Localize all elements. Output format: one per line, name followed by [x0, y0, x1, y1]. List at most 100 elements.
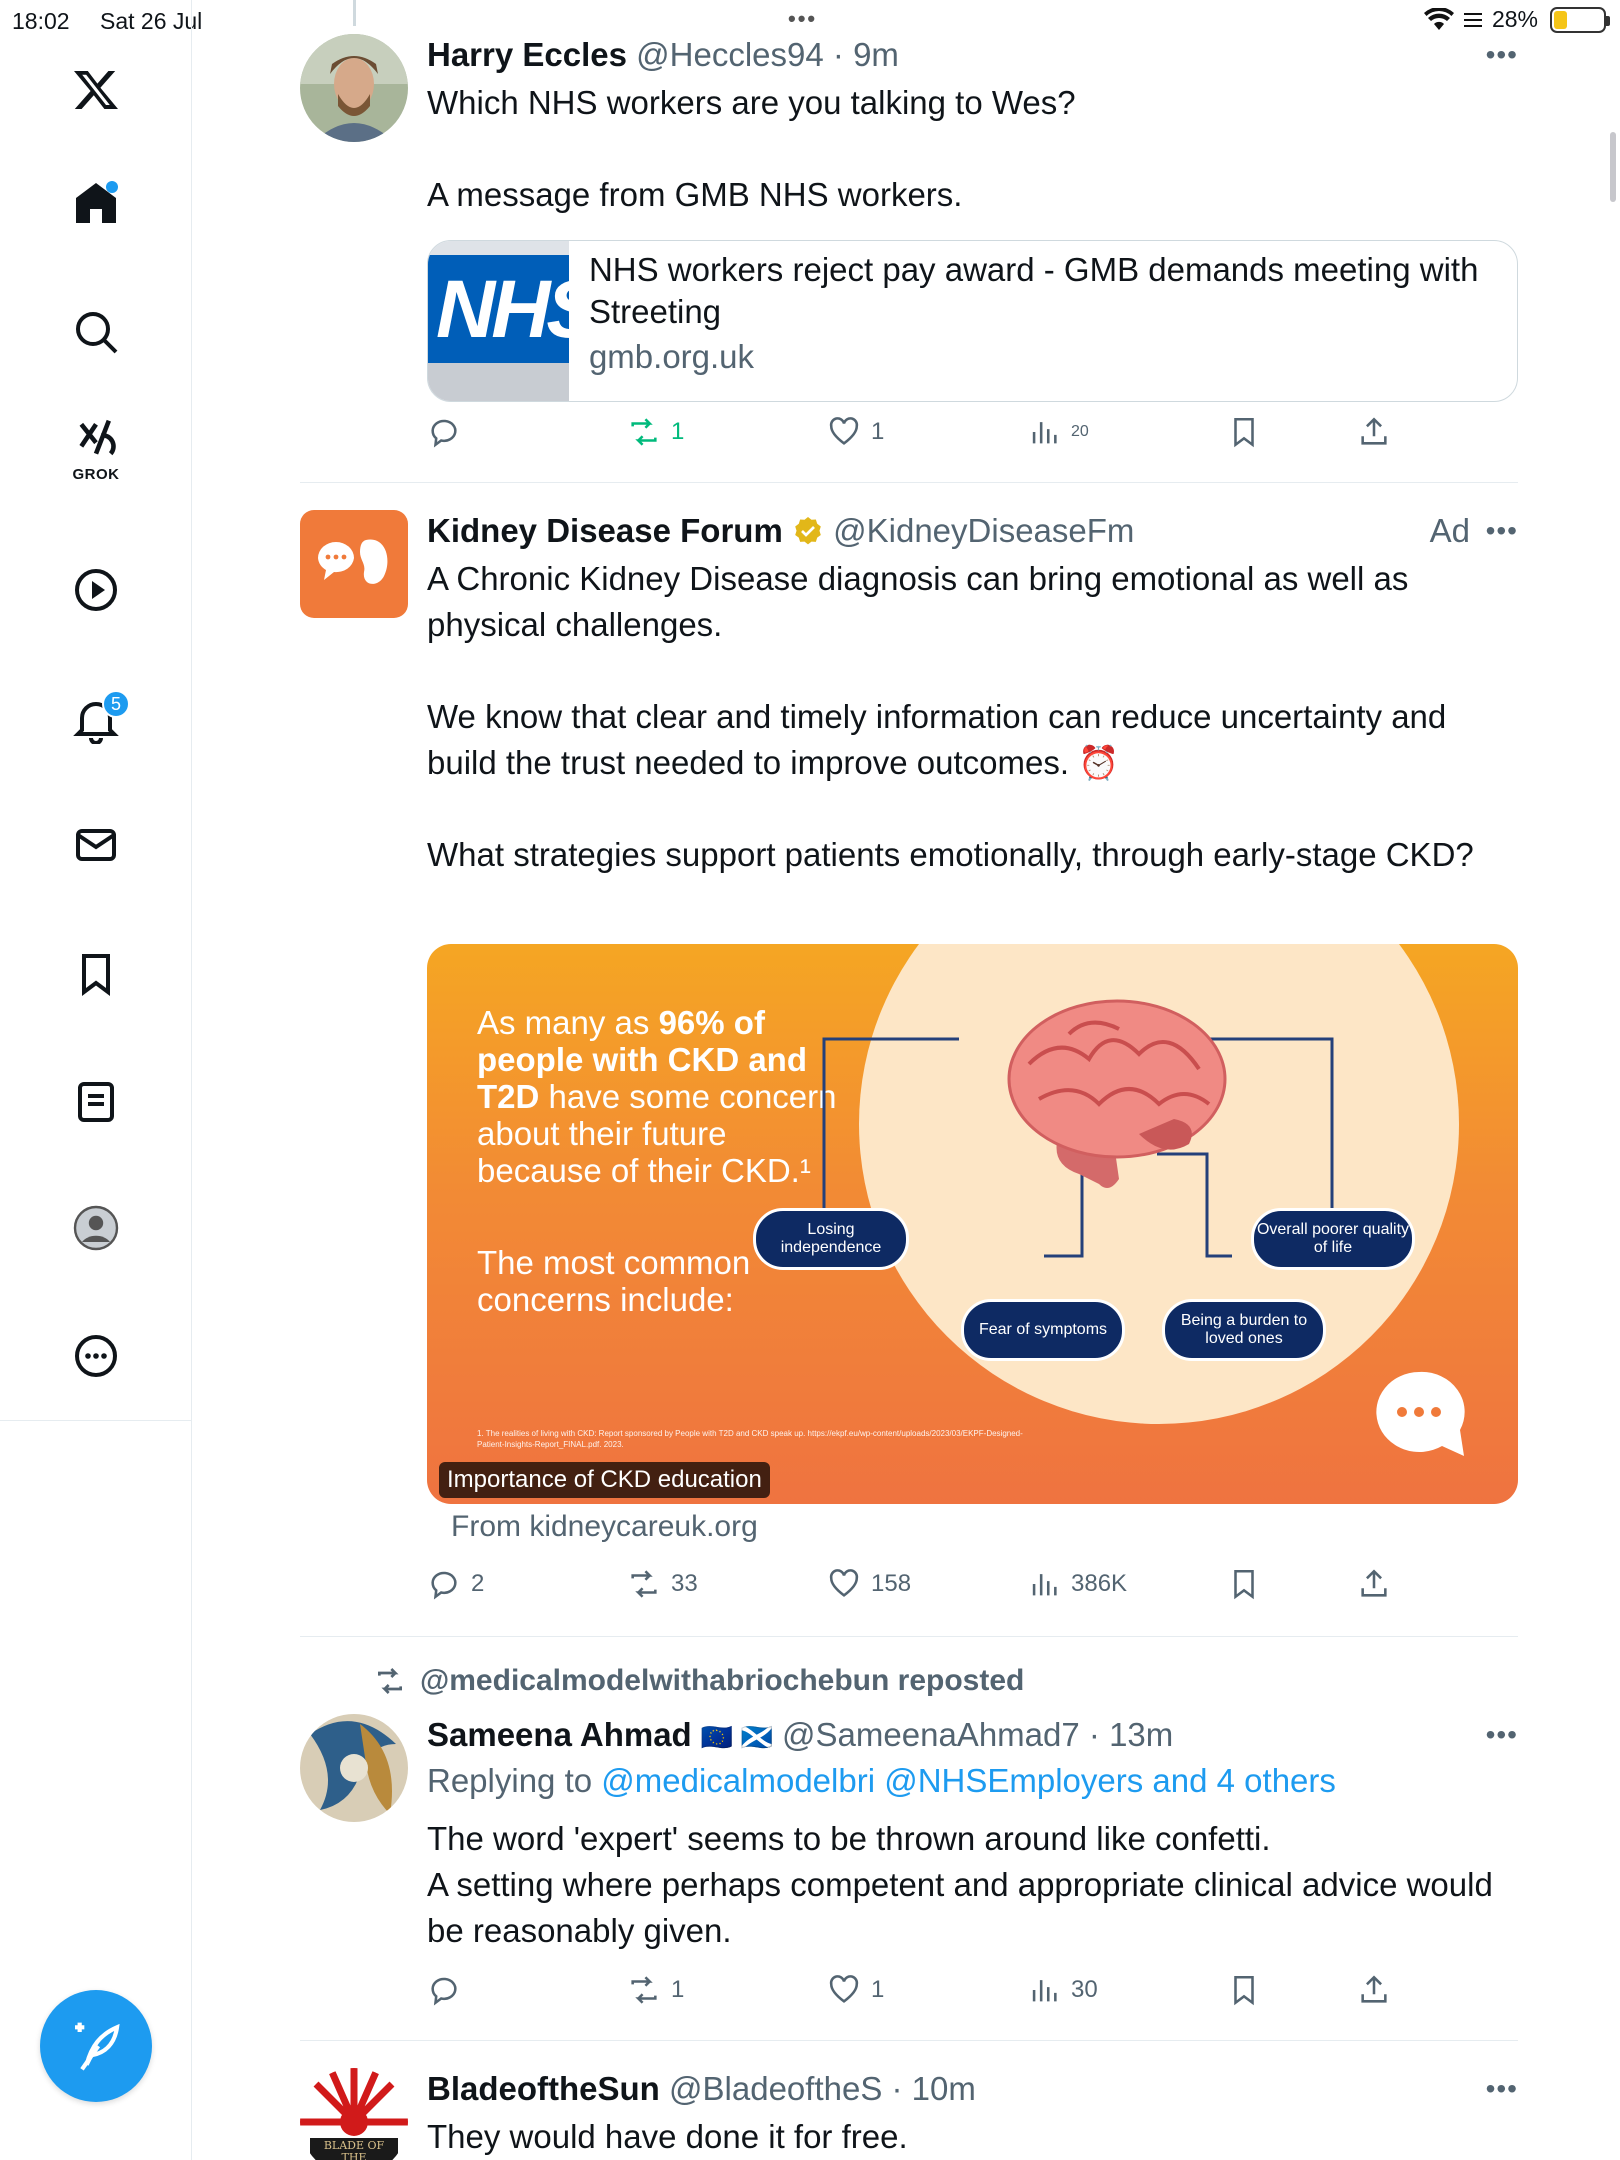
bookmark-button[interactable]: [1227, 1564, 1261, 1604]
views-button[interactable]: 20: [1027, 412, 1089, 452]
avatar[interactable]: [300, 1714, 408, 1822]
repost-button[interactable]: 1: [627, 412, 684, 452]
card-image: NHS: [428, 241, 569, 401]
tweet-content: Kidney Disease Forum @KidneyDiseaseFm Ad…: [427, 510, 1518, 1600]
tweet-header: Sameena Ahmad 🇪🇺 🏴󠁧󠁢󠁳󠁣󠁴󠁿 @SameenaAhmad7 …: [427, 1714, 1518, 1756]
tweet-time[interactable]: 9m: [853, 36, 899, 73]
lists-icon[interactable]: [66, 1072, 126, 1132]
bookmarks-icon[interactable]: [66, 944, 126, 1004]
concern-pill-quality-of-life: Overall poorer quality of life: [1251, 1208, 1415, 1270]
tweet-harry-eccles[interactable]: Harry Eccles @Heccles94 · 9m ••• Which N…: [300, 34, 1518, 448]
grok-label: GROK: [72, 466, 120, 483]
tweet-bladeofthesun[interactable]: BLADE OF THE BladeoftheSun @BladeoftheS …: [300, 2068, 1518, 2160]
card-text: NHS workers reject pay award - GMB deman…: [569, 241, 1517, 401]
reply-button[interactable]: [427, 412, 471, 452]
compose-feather-icon: [75, 2022, 120, 2071]
more-options-icon[interactable]: [66, 1326, 126, 1386]
author-handle[interactable]: @Heccles94: [636, 36, 824, 73]
ad-source[interactable]: From kidneycareuk.org: [451, 1510, 758, 1544]
tweet-separator: [300, 2040, 1518, 2041]
share-upload-icon: [1361, 1569, 1387, 1597]
avatar[interactable]: [300, 510, 408, 618]
link-card[interactable]: NHS NHS workers reject pay award - GMB d…: [427, 240, 1518, 402]
tweet-text: Which NHS workers are you talking to Wes…: [427, 84, 1076, 213]
views-bar-chart-icon: [1032, 1980, 1057, 2002]
home-icon[interactable]: [66, 173, 126, 233]
avatar[interactable]: BLADE OF THE: [300, 2068, 408, 2160]
repost-button[interactable]: 1: [627, 1970, 684, 2010]
tweet-time[interactable]: 10m: [912, 2070, 976, 2107]
tweet-separator: [300, 1636, 1518, 1637]
more-icon[interactable]: •••: [1486, 2068, 1518, 2110]
views-button[interactable]: 30: [1027, 1970, 1098, 2010]
reply-button[interactable]: 2: [427, 1564, 484, 1604]
compose-post-button[interactable]: [40, 1990, 152, 2102]
x-logo-icon[interactable]: [66, 60, 126, 120]
share-upload-icon: [1361, 417, 1387, 445]
more-icon[interactable]: •••: [1486, 1714, 1518, 1756]
replying-to-link[interactable]: @medicalmodelbri @NHSEmployers and 4 oth…: [601, 1762, 1336, 1799]
avatar[interactable]: [300, 34, 408, 142]
repost-icon: [631, 418, 657, 446]
author-handle[interactable]: @BladeoftheS: [669, 2070, 882, 2107]
like-button[interactable]: 1: [827, 412, 884, 452]
tweet-content: Harry Eccles @Heccles94 · 9m ••• Which N…: [427, 34, 1518, 448]
media-alt-label[interactable]: Importance of CKD education: [439, 1462, 770, 1498]
share-button[interactable]: [1357, 412, 1391, 452]
multitasking-dots-icon[interactable]: •••: [788, 6, 817, 32]
tweet-text: The word 'expert' seems to be thrown aro…: [427, 1820, 1493, 1949]
bookmark-icon: [1234, 1975, 1254, 2006]
author-handle[interactable]: @KidneyDiseaseFm: [833, 512, 1134, 549]
notifications-bell-icon[interactable]: 5: [66, 690, 130, 750]
reply-button[interactable]: [427, 1970, 471, 2010]
brain-illustration: [1007, 999, 1227, 1188]
card-domain: gmb.org.uk: [588, 338, 755, 375]
author-handle[interactable]: @SameenaAhmad7: [782, 1716, 1080, 1753]
thread-connector: [353, 0, 356, 26]
bookmark-icon: [1234, 1569, 1254, 1600]
tweet-sameena-ahmad[interactable]: Sameena Ahmad 🇪🇺 🏴󠁧󠁢󠁳󠁣󠁴󠁿 @SameenaAhmad7 …: [300, 1714, 1518, 2006]
like-button[interactable]: 158: [827, 1564, 911, 1604]
tweet-content: BladeoftheSun @BladeoftheS · 10m ••• The…: [427, 2068, 1518, 2160]
author-name[interactable]: Harry Eccles: [427, 36, 627, 73]
battery-icon: [1550, 6, 1610, 33]
heart-icon: [829, 1975, 859, 2003]
reply-icon: [431, 1571, 457, 1600]
repost-icon: [631, 1570, 657, 1598]
bookmark-button[interactable]: [1227, 412, 1261, 452]
video-play-icon[interactable]: [66, 560, 126, 620]
author-name[interactable]: Kidney Disease Forum: [427, 512, 783, 549]
tweet-header: Harry Eccles @Heccles94 · 9m •••: [427, 34, 1518, 76]
profile-avatar-icon[interactable]: [66, 1198, 126, 1258]
author-name[interactable]: BladeoftheSun: [427, 2070, 660, 2107]
tweet-separator: [300, 482, 1518, 483]
concern-pill-losing-independence: Losing independence: [753, 1208, 909, 1270]
tweet-text: A Chronic Kidney Disease diagnosis can b…: [427, 560, 1474, 873]
repost-context[interactable]: @medicalmodelwithabriochebun reposted: [374, 1664, 1024, 1698]
status-right: 28%: [1423, 6, 1610, 33]
like-button[interactable]: 1: [827, 1970, 884, 2010]
more-icon[interactable]: •••: [1486, 510, 1518, 552]
tweet-time[interactable]: 13m: [1109, 1716, 1173, 1753]
views-bar-chart-icon: [1032, 422, 1057, 444]
reply-icon: [431, 419, 457, 448]
scrollbar[interactable]: [1610, 132, 1616, 202]
grok-icon[interactable]: GROK: [66, 419, 126, 483]
ad-media-image[interactable]: As many as 96% of people with CKD and T2…: [427, 944, 1518, 1504]
wifi-icon: [1423, 7, 1454, 30]
tweet-kidney-disease-forum-ad[interactable]: Kidney Disease Forum @KidneyDiseaseFm Ad…: [300, 510, 1518, 1610]
messages-envelope-icon[interactable]: [66, 815, 126, 875]
share-button[interactable]: [1357, 1564, 1391, 1604]
tweet-actions: 2 33 158 386K: [427, 1564, 1518, 1604]
share-button[interactable]: [1357, 1970, 1391, 2010]
search-icon[interactable]: [66, 302, 126, 362]
repost-button[interactable]: 33: [627, 1564, 698, 1604]
bookmark-button[interactable]: [1227, 1970, 1261, 2010]
more-icon[interactable]: •••: [1486, 34, 1518, 76]
sidebar-divider: [0, 1420, 192, 1421]
views-button[interactable]: 386K: [1027, 1564, 1127, 1604]
repost-context-icon: [378, 1668, 402, 1694]
author-name[interactable]: Sameena Ahmad: [427, 1716, 692, 1753]
verified-gold-badge-icon: [795, 517, 821, 545]
bookmark-icon: [1234, 417, 1254, 448]
